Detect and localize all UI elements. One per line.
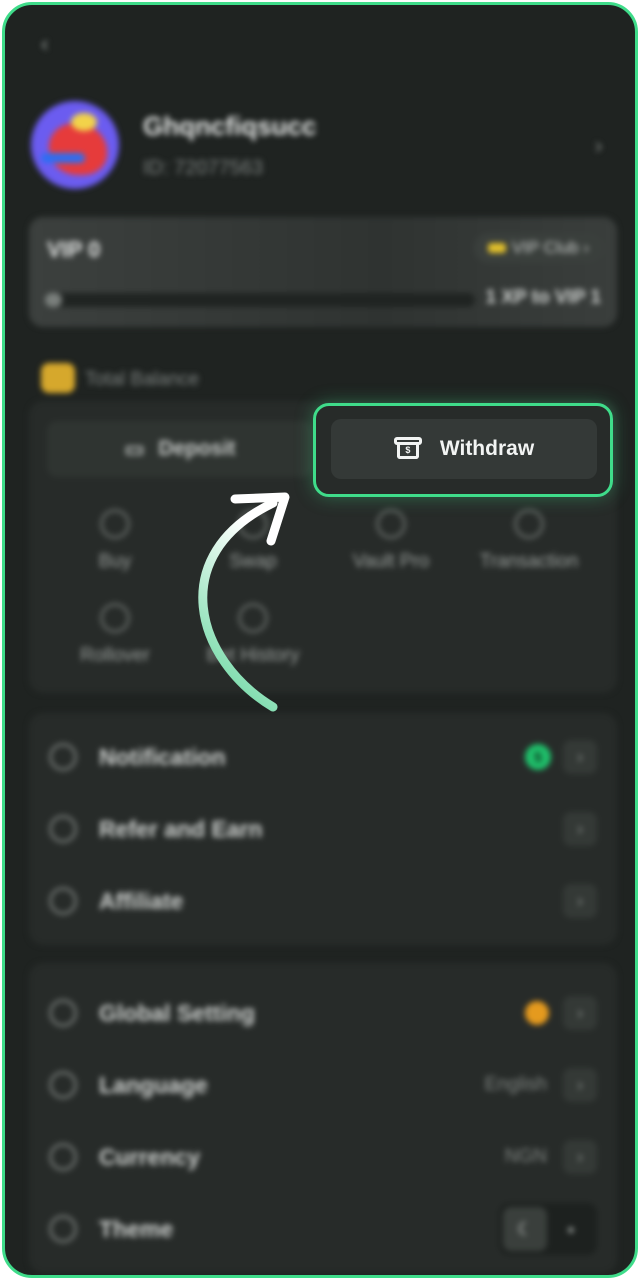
bell-icon <box>49 743 77 771</box>
chevron-right-icon[interactable]: › <box>563 1140 597 1174</box>
chevron-right-icon[interactable]: › <box>563 812 597 846</box>
coin-icon <box>100 509 130 539</box>
vip-progress-bar <box>45 293 475 307</box>
grid-item-vault-pro[interactable]: Vault Pro <box>321 509 461 573</box>
grid-item-transaction[interactable]: Transaction <box>459 509 599 573</box>
chevron-right-icon[interactable]: › <box>595 133 602 159</box>
folder-icon: ▭ <box>124 437 145 461</box>
currency-value: NGN <box>504 1146 547 1167</box>
grid-item-buy[interactable]: Buy <box>45 509 185 573</box>
menu-item-currency[interactable]: Currency NGN › <box>29 1127 617 1187</box>
currency-icon <box>49 1143 77 1171</box>
language-value: English <box>484 1074 547 1095</box>
menu-item-notification[interactable]: Notification 5 › <box>29 727 617 787</box>
rollover-icon <box>100 603 130 633</box>
back-icon[interactable]: ‹ <box>41 31 48 57</box>
theme-icon <box>49 1215 77 1243</box>
vip-card[interactable]: VIP 0 VIP Club › 1 XP to VIP 1 <box>29 217 617 327</box>
menu-item-global-setting[interactable]: Global Setting › <box>29 983 617 1043</box>
blurred-background: ‹ Ghqncfiqsucc ID: 72077563 › VIP 0 VIP … <box>5 5 635 1275</box>
globe-icon <box>49 1071 77 1099</box>
withdraw-button[interactable]: $ Withdraw <box>331 419 597 479</box>
theme-toggle[interactable]: ☾ ● <box>499 1203 597 1255</box>
menu-item-refer-and-earn[interactable]: Refer and Earn › <box>29 799 617 859</box>
menu-item-affiliate[interactable]: Affiliate › <box>29 871 617 931</box>
username: Ghqncfiqsucc <box>143 111 317 141</box>
pointer-arrow-icon <box>198 492 290 712</box>
chevron-right-icon[interactable]: › <box>563 884 597 918</box>
wallet-icon <box>41 363 75 393</box>
vip-level: VIP 0 <box>47 237 101 262</box>
withdraw-label: Withdraw <box>439 437 535 460</box>
total-balance-label: Total Balance <box>85 369 200 390</box>
deposit-button[interactable]: ▭ Deposit <box>47 421 313 477</box>
menu-card-settings: Global Setting › Language English › Curr… <box>29 963 617 1273</box>
affiliate-icon <box>49 887 77 915</box>
sun-icon[interactable]: ● <box>551 1207 591 1251</box>
moon-icon[interactable]: ☾ <box>503 1207 547 1251</box>
menu-card-primary: Notification 5 › Refer and Earn › Affili… <box>29 713 617 945</box>
chevron-right-icon[interactable]: › <box>563 1068 597 1102</box>
chevron-right-icon[interactable]: › <box>563 740 597 774</box>
grid-item-rollover[interactable]: Rollover <box>45 603 185 667</box>
menu-item-language[interactable]: Language English › <box>29 1055 617 1115</box>
phone-frame: ‹ Ghqncfiqsucc ID: 72077563 › VIP 0 VIP … <box>2 2 638 1278</box>
vault-icon <box>376 509 406 539</box>
transaction-icon <box>514 509 544 539</box>
gear-icon <box>49 999 77 1027</box>
avatar[interactable] <box>31 101 119 189</box>
chevron-right-icon[interactable]: › <box>563 996 597 1030</box>
menu-item-theme: Theme ☾ ● <box>29 1199 617 1259</box>
crown-icon <box>487 243 506 253</box>
status-dot <box>525 1001 549 1025</box>
user-id: ID: 72077563 <box>143 157 264 179</box>
users-icon <box>49 815 77 843</box>
cash-register-icon: $ <box>393 437 422 461</box>
notification-badge: 5 <box>525 744 551 770</box>
vip-club-button[interactable]: VIP Club › <box>473 233 603 263</box>
vip-progress-text: 1 XP to VIP 1 <box>485 287 601 308</box>
